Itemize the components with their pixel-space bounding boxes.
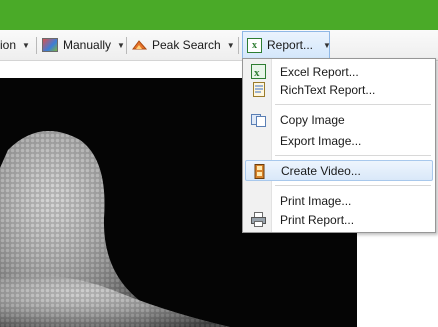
menu-item-label: RichText Report... — [280, 82, 376, 97]
peak-search-icon — [132, 39, 147, 51]
menu-item-richtext-report[interactable]: RichText Report... — [245, 79, 433, 100]
chevron-down-icon[interactable]: ▼ — [227, 41, 235, 50]
richtext-icon — [251, 82, 266, 97]
menu-item-print-image[interactable]: Print Image... — [245, 190, 433, 211]
manually-button[interactable]: Manually ▼ — [42, 30, 125, 60]
toolbar-separator — [36, 37, 37, 54]
video-icon — [252, 164, 267, 179]
menu-separator — [275, 185, 431, 186]
menu-item-copy-image[interactable]: Copy Image — [245, 109, 433, 130]
chevron-down-icon[interactable]: ▼ — [117, 41, 125, 50]
chevron-down-icon[interactable]: ▼ — [323, 41, 331, 50]
menu-item-export-image[interactable]: Export Image... — [245, 130, 433, 151]
toolbar-separator — [238, 37, 239, 54]
report-label: Report... — [267, 38, 314, 52]
menu-item-label: Export Image... — [280, 133, 362, 148]
report-button[interactable]: x Report... ▼ — [247, 30, 331, 60]
peak-search-button[interactable]: Peak Search ▼ — [132, 30, 235, 60]
menu-item-label: Print Image... — [280, 193, 352, 208]
menu-item-label: Excel Report... — [280, 64, 359, 79]
menu-separator — [275, 104, 431, 105]
menu-item-print-report[interactable]: Print Report... — [245, 209, 433, 230]
partial-toolbar-label: ion — [0, 38, 17, 52]
menu-item-label: Copy Image — [280, 112, 345, 127]
menu-item-label: Print Report... — [280, 212, 355, 227]
menu-item-label: Create Video... — [281, 163, 361, 178]
partial-toolbar-button[interactable]: ion ▼ — [0, 30, 30, 60]
manually-label: Manually — [63, 38, 112, 52]
title-bar — [0, 0, 438, 30]
manual-adjust-icon — [42, 38, 58, 52]
excel-icon: x — [247, 37, 262, 53]
copy-icon — [251, 112, 266, 127]
menu-item-create-video[interactable]: Create Video... — [245, 160, 433, 181]
peak-search-label: Peak Search — [152, 38, 221, 52]
printer-icon — [251, 212, 266, 227]
menu-separator — [275, 155, 431, 156]
report-dropdown-menu: x Excel Report... RichText Report... Cop… — [242, 58, 436, 233]
toolbar: ion ▼ Manually ▼ Peak Search ▼ — [0, 30, 438, 61]
toolbar-separator — [126, 37, 127, 54]
chevron-down-icon[interactable]: ▼ — [22, 41, 30, 50]
excel-icon: x — [251, 64, 266, 79]
svg-text:x: x — [254, 67, 260, 79]
